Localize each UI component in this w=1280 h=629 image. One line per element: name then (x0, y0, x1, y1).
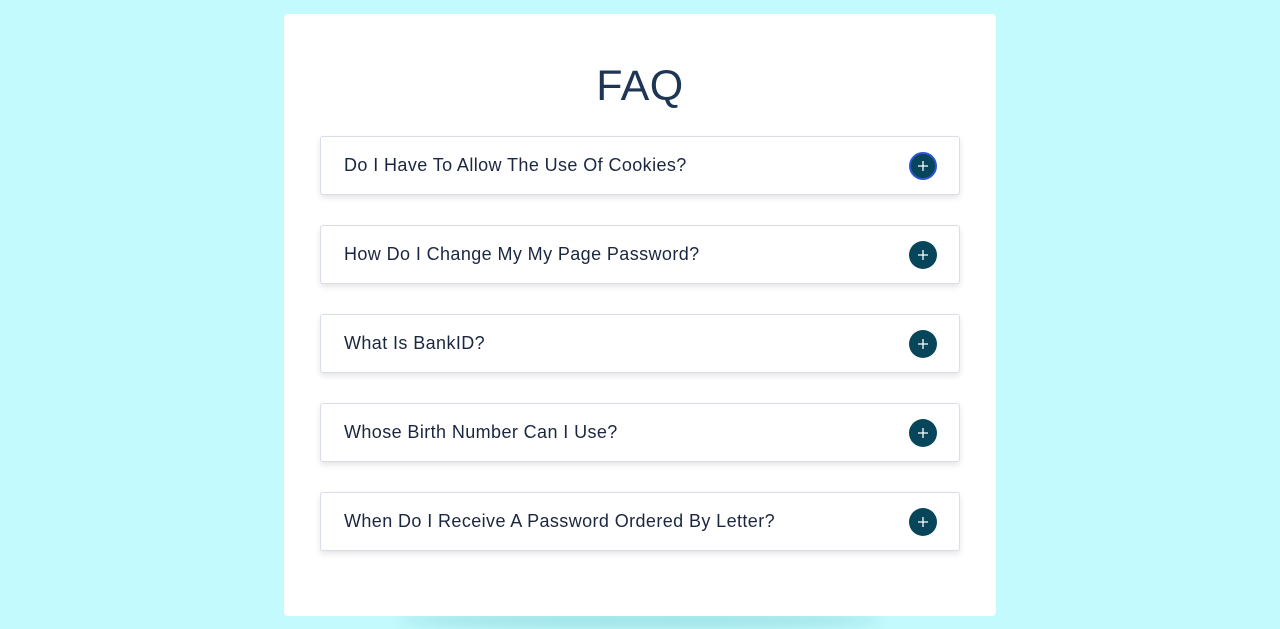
faq-question: How Do I Change My My Page Password? (344, 244, 700, 264)
expand-button[interactable] (909, 419, 937, 447)
faq-card: FAQ Do I Have To Allow The Use Of Cookie… (284, 14, 996, 616)
faq-item-letter-password[interactable]: When Do I Receive A Password Ordered By … (320, 492, 960, 551)
faq-item-birth-number[interactable]: Whose Birth Number Can I Use? (320, 403, 960, 462)
expand-button[interactable] (909, 330, 937, 358)
faq-item-bankid[interactable]: What Is BankID? (320, 314, 960, 373)
faq-item-cookies[interactable]: Do I Have To Allow The Use Of Cookies? (320, 136, 960, 195)
expand-button[interactable] (909, 508, 937, 536)
plus-icon (918, 250, 928, 260)
expand-button[interactable] (909, 152, 937, 180)
plus-icon (918, 339, 928, 349)
plus-icon (918, 517, 928, 527)
faq-question: Whose Birth Number Can I Use? (344, 422, 618, 442)
plus-icon (918, 428, 928, 438)
faq-item-password[interactable]: How Do I Change My My Page Password? (320, 225, 960, 284)
page-title: FAQ (596, 62, 684, 110)
faq-list: Do I Have To Allow The Use Of Cookies? H… (320, 136, 960, 581)
plus-icon (918, 161, 928, 171)
faq-question: What Is BankID? (344, 333, 486, 353)
faq-question: When Do I Receive A Password Ordered By … (344, 511, 775, 531)
expand-button[interactable] (909, 241, 937, 269)
faq-question: Do I Have To Allow The Use Of Cookies? (344, 155, 687, 175)
